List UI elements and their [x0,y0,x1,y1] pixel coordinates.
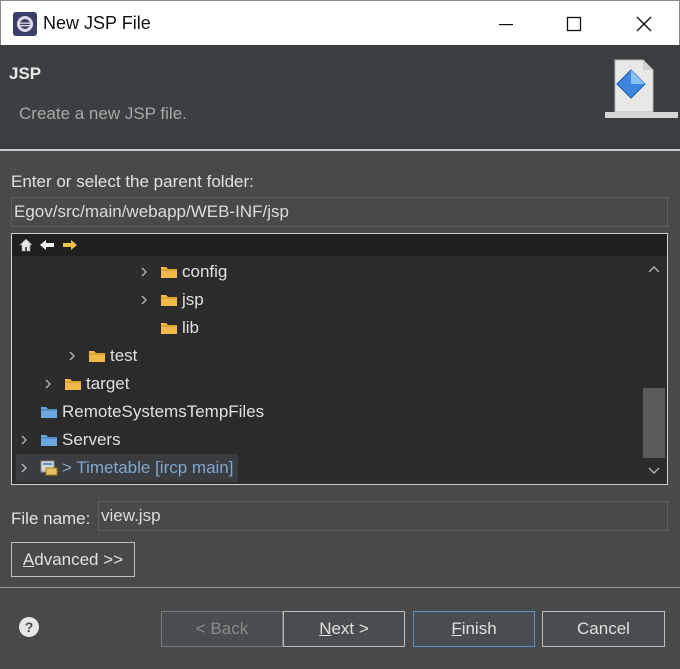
tree-item-label: RemoteSystemsTempFiles [62,402,265,421]
tree-toolbar [12,234,667,256]
finish-mnemonic: F [451,619,462,638]
tree-item-lib[interactable]: lib [160,314,199,342]
finish-button[interactable]: Finish [413,611,535,647]
scroll-up-icon[interactable] [648,264,660,274]
tree-item-label: config [182,262,228,281]
chevron-right-icon[interactable] [136,292,152,308]
close-icon [636,16,652,31]
chevron-right-icon[interactable] [136,264,152,280]
advanced-button[interactable]: Advanced >> [11,542,135,577]
project-folder-icon [41,435,57,446]
back-arrow-icon[interactable] [39,237,55,253]
next-button[interactable]: Next > [283,611,405,647]
advanced-label: dvanced >> [34,549,124,569]
minimize-button[interactable] [471,1,541,46]
back-label: < Back [195,619,249,638]
tree-item-label: jsp [182,290,204,309]
header-separator [0,149,680,151]
wizard-description: Create a new JSP file. [19,104,187,123]
chevron-right-icon[interactable] [16,460,32,476]
tree-item-label: test [110,346,138,365]
chevron-right-icon[interactable] [16,432,32,448]
folder-tree[interactable]: config jsp lib test target RemoteSystems… [11,233,668,485]
chevron-right-icon[interactable] [40,376,56,392]
scroll-down-icon[interactable] [648,466,660,476]
tree-item-config[interactable]: config [136,258,227,286]
home-icon[interactable] [18,237,34,253]
footer-separator [0,587,680,588]
tree-item-label: Servers [62,430,121,449]
wizard-title: JSP [9,64,42,83]
close-button[interactable] [609,1,679,46]
maximize-button[interactable] [539,1,609,46]
file-name-label: File name: [11,509,91,528]
next-label: ext > [331,619,369,638]
cancel-label: Cancel [577,619,630,638]
web-project-icon [40,460,58,476]
tree-item-label: > Timetable [ircp main] [62,458,234,477]
file-name-input[interactable]: view.jsp [98,501,668,531]
maximize-icon [566,16,582,31]
folder-icon [161,323,177,334]
tree-item-jsp[interactable]: jsp [136,286,204,314]
tree-item-timetable[interactable]: > Timetable [ircp main] [16,454,238,482]
back-button: < Back [161,611,283,647]
parent-folder-label: Enter or select the parent folder: [11,172,254,191]
jsp-wizard-banner-icon [605,59,678,118]
project-folder-icon [41,407,57,418]
tree-item-servers[interactable]: Servers [16,426,121,454]
scrollbar-thumb[interactable] [643,388,665,458]
tree-item-label: target [86,374,130,393]
advanced-mnemonic: A [22,549,35,569]
wizard-header: JSP Create a new JSP file. [0,45,680,149]
chevron-right-icon[interactable] [64,348,80,364]
tree-item-label: lib [182,318,200,337]
tree-item-test[interactable]: test [64,342,137,370]
folder-icon [161,267,177,278]
parent-folder-input[interactable]: Egov/src/main/webapp/WEB-INF/jsp [11,197,668,227]
forward-arrow-icon[interactable] [62,237,78,253]
eclipse-icon [13,12,37,36]
folder-icon [65,379,81,390]
finish-label: inish [461,619,497,638]
help-icon[interactable]: ? [19,617,39,637]
cancel-button[interactable]: Cancel [542,611,665,647]
minimize-icon [499,23,513,25]
next-mnemonic: N [319,619,332,638]
title-bar: New JSP File [0,0,680,45]
tree-scrollbar[interactable] [641,256,667,484]
tree-item-target[interactable]: target [40,370,129,398]
tree-item-remotesystemstempfiles[interactable]: RemoteSystemsTempFiles [40,398,264,426]
window-title: New JSP File [43,13,151,33]
folder-icon [161,295,177,306]
folder-icon [89,351,105,362]
